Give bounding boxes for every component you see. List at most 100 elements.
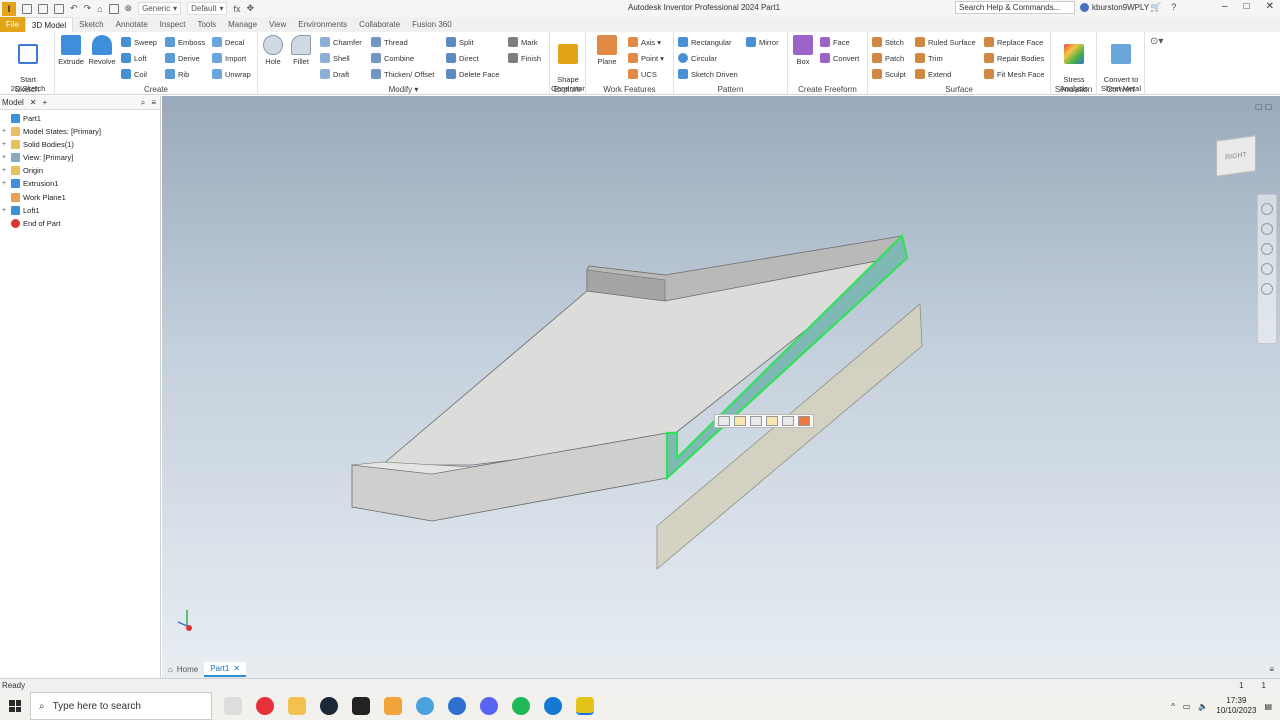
minimize-button[interactable]: – bbox=[1222, 1, 1228, 12]
draft-button[interactable]: Draft bbox=[320, 69, 349, 79]
material-dropdown[interactable]: Generic ▾ bbox=[138, 2, 182, 15]
discord-icon[interactable] bbox=[480, 697, 498, 715]
volume-icon[interactable]: 🔈 bbox=[1198, 702, 1208, 711]
extrude-button[interactable]: Extrude bbox=[57, 35, 85, 66]
steering-wheel-icon[interactable] bbox=[1261, 203, 1273, 215]
loft-button[interactable]: Loft bbox=[121, 53, 147, 63]
unwrap-button[interactable]: Unwrap bbox=[212, 69, 251, 79]
doc-tab-home[interactable]: ⌂ Home bbox=[162, 662, 204, 677]
convert-button[interactable]: Convert bbox=[820, 53, 859, 63]
appearance-dropdown[interactable]: Default ▾ bbox=[187, 2, 228, 15]
inventor-taskbar-icon[interactable] bbox=[576, 697, 594, 715]
replace-face-button[interactable]: Replace Face bbox=[984, 37, 1043, 47]
shell-button[interactable]: Shell bbox=[320, 53, 350, 63]
patch-button[interactable]: Patch bbox=[872, 53, 904, 63]
tab-3d-model[interactable]: 3D Model bbox=[24, 17, 74, 32]
tree-item-model-states[interactable]: + Model States: [Primary] bbox=[2, 127, 101, 136]
fillet-button[interactable]: Fillet bbox=[288, 35, 314, 66]
notification-icon[interactable]: ▤ bbox=[1264, 702, 1272, 711]
epic-games-icon[interactable] bbox=[352, 697, 370, 715]
new-icon[interactable] bbox=[22, 3, 32, 14]
mini-tool-5-icon[interactable] bbox=[782, 416, 794, 426]
mark-button[interactable]: Mark bbox=[508, 37, 538, 47]
tree-item-solid-bodies[interactable]: + Solid Bodies(1) bbox=[2, 140, 74, 149]
axis-button[interactable]: Axis ▾ bbox=[628, 37, 661, 47]
tree-item-part1[interactable]: Part1 bbox=[2, 114, 41, 123]
chevron-up-icon[interactable]: ^ bbox=[1171, 702, 1175, 711]
mini-tool-2-icon[interactable] bbox=[734, 416, 746, 426]
search-icon[interactable]: ⌕ bbox=[141, 98, 145, 108]
tab-annotate[interactable]: Annotate bbox=[110, 17, 154, 32]
import-button[interactable]: Import bbox=[212, 53, 246, 63]
point-button[interactable]: Point ▾ bbox=[628, 53, 664, 63]
hole-button[interactable]: Hole bbox=[260, 35, 286, 66]
cart-icon[interactable]: 🛒 bbox=[1150, 2, 1161, 13]
doc-tab-part1[interactable]: Part1 ✕ bbox=[204, 661, 247, 677]
undo-icon[interactable]: ↶ bbox=[70, 3, 78, 14]
sculpt-button[interactable]: Sculpt bbox=[872, 69, 906, 79]
coil-button[interactable]: Coil bbox=[121, 69, 147, 79]
direct-button[interactable]: Direct bbox=[446, 53, 479, 63]
box-button[interactable]: Box bbox=[790, 35, 816, 66]
rectangular-pattern-button[interactable]: Rectangular bbox=[678, 37, 731, 47]
tree-item-loft1[interactable]: + Loft1 bbox=[2, 206, 40, 215]
tab-sketch[interactable]: Sketch bbox=[73, 17, 109, 32]
split-button[interactable]: Split bbox=[446, 37, 474, 47]
chamfer-button[interactable]: Chamfer bbox=[320, 37, 362, 47]
update-icon[interactable] bbox=[108, 3, 119, 14]
add-tab-icon[interactable]: + bbox=[43, 98, 48, 107]
tab-inspect[interactable]: Inspect bbox=[154, 17, 192, 32]
sweep-button[interactable]: Sweep bbox=[121, 37, 157, 47]
tab-tools[interactable]: Tools bbox=[191, 17, 222, 32]
circular-pattern-button[interactable]: Circular bbox=[678, 53, 717, 63]
fit-mesh-face-button[interactable]: Fit Mesh Face bbox=[984, 69, 1045, 79]
inventor-logo-icon[interactable]: I bbox=[2, 1, 16, 16]
ucs-button[interactable]: UCS bbox=[628, 69, 657, 79]
stitch-button[interactable]: Stitch bbox=[872, 37, 904, 47]
tree-item-extrusion1[interactable]: + Extrusion1 bbox=[2, 179, 58, 188]
move-icon[interactable]: ✥ bbox=[247, 3, 255, 14]
close-icon[interactable]: ✕ bbox=[233, 661, 240, 676]
tab-collaborate[interactable]: Collaborate bbox=[353, 17, 406, 32]
user-account[interactable]: kburston9WPLY bbox=[1080, 3, 1149, 12]
tab-view[interactable]: View bbox=[263, 17, 292, 32]
file-explorer-icon[interactable] bbox=[288, 697, 306, 715]
ruled-surface-button[interactable]: Ruled Surface bbox=[915, 37, 976, 47]
delete-face-button[interactable]: Delete Face bbox=[446, 69, 499, 79]
tab-fusion-360[interactable]: Fusion 360 bbox=[406, 17, 458, 32]
pan-icon[interactable] bbox=[1261, 223, 1273, 235]
mini-tool-3-icon[interactable] bbox=[750, 416, 762, 426]
tab-manage[interactable]: Manage bbox=[222, 17, 263, 32]
extend-button[interactable]: Extend bbox=[915, 69, 951, 79]
open-icon[interactable] bbox=[38, 3, 48, 14]
thicken-offset-button[interactable]: Thicken/ Offset bbox=[371, 69, 434, 79]
derive-button[interactable]: Derive bbox=[165, 53, 200, 63]
face-button[interactable]: Face bbox=[820, 37, 850, 47]
menu-icon[interactable]: ≡ bbox=[151, 98, 156, 107]
repair-bodies-button[interactable]: Repair Bodies bbox=[984, 53, 1044, 63]
help-search-input[interactable]: Search Help & Commands... bbox=[955, 1, 1075, 14]
steam-icon[interactable] bbox=[320, 697, 338, 715]
mirror-button[interactable]: Mirror bbox=[746, 37, 779, 47]
start-button[interactable] bbox=[0, 692, 30, 720]
spotify-icon[interactable] bbox=[512, 697, 530, 715]
clock[interactable]: 17:39 10/10/2023 bbox=[1216, 696, 1256, 716]
trim-button[interactable]: Trim bbox=[915, 53, 943, 63]
close-button[interactable]: ✕ bbox=[1266, 1, 1274, 12]
look-at-icon[interactable] bbox=[1261, 283, 1273, 295]
help-icon[interactable]: ? bbox=[1171, 2, 1176, 13]
graphics-viewport[interactable]: RIGHT ▢ ▢ bbox=[162, 96, 1280, 661]
maximize-button[interactable]: □ bbox=[1244, 1, 1250, 12]
chrome-icon[interactable] bbox=[416, 697, 434, 715]
tab-menu-icon[interactable]: ≡ bbox=[1269, 665, 1274, 674]
thread-button[interactable]: Thread bbox=[371, 37, 408, 47]
redo-icon[interactable]: ↷ bbox=[84, 3, 92, 14]
home-icon[interactable]: ⌂ bbox=[97, 4, 102, 14]
rib-button[interactable]: Rib bbox=[165, 69, 189, 79]
plane-button[interactable]: Plane bbox=[590, 35, 624, 66]
taskbar-search[interactable]: ⌕ Type here to search bbox=[30, 692, 212, 720]
opera-icon[interactable] bbox=[256, 697, 274, 715]
app-blue-icon[interactable] bbox=[448, 697, 466, 715]
task-view-icon[interactable] bbox=[224, 697, 242, 715]
mini-tool-6-icon[interactable] bbox=[798, 416, 810, 426]
